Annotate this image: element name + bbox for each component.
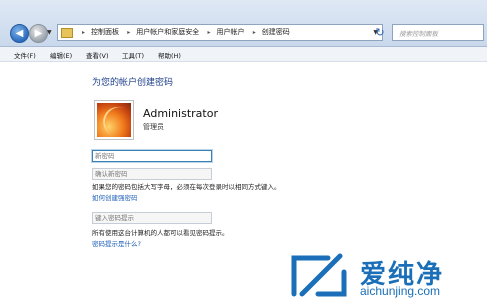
menu-tools[interactable]: 工具(T) (122, 50, 144, 60)
menu-help[interactable]: 帮助(H) (158, 50, 181, 60)
user-name: Administrator (143, 107, 218, 120)
watermark: 爱纯净 aichunjing.com (288, 250, 483, 302)
breadcrumb-separator-icon: ▸ (207, 29, 211, 36)
back-button[interactable]: ◀ (10, 24, 29, 43)
strong-password-link[interactable]: 如何创建强密码 (92, 192, 138, 202)
watermark-url: aichunjing.com (360, 284, 441, 298)
refresh-icon[interactable]: ↻ (371, 24, 389, 41)
caps-lock-hint: 如果您的密码包括大写字母，必须在每次登录时以相同方式键入。 (92, 183, 281, 191)
address-bar-region: ◀ ▶ ▼ ▸ 控制面板 ▸ 用户帐户和家庭安全 ▸ 用户帐户 ▸ 创建密码 ▼ ↻ 搜… (0, 0, 487, 47)
menu-edit[interactable]: 编辑(E) (50, 50, 72, 60)
control-panel-icon (61, 28, 73, 38)
password-hint-field[interactable]: 键入密码提示 (92, 212, 212, 224)
breadcrumb-item-user-accounts[interactable]: 用户帐户 (217, 28, 245, 36)
breadcrumb-separator-icon: ▸ (127, 29, 131, 36)
user-role: 管理员 (143, 123, 164, 131)
confirm-password-field[interactable]: 确认新密码 (92, 168, 212, 180)
search-input[interactable]: 搜索控制面板 (392, 24, 484, 41)
avatar (94, 100, 134, 140)
breadcrumb-separator-icon: ▸ (82, 29, 86, 36)
menu-view[interactable]: 查看(V) (86, 50, 109, 60)
new-password-field[interactable]: 新密码 (92, 150, 212, 162)
menu-file[interactable]: 文件(F) (14, 50, 36, 60)
hint-visibility-note: 所有使用这台计算机的人都可以看见密码提示。 (92, 229, 229, 237)
forward-button[interactable]: ▶ (29, 24, 48, 43)
breadcrumb: ▸ 控制面板 ▸ 用户帐户和家庭安全 ▸ 用户帐户 ▸ 创建密码 (76, 25, 290, 40)
breadcrumb-separator-icon: ▸ (252, 29, 256, 36)
recent-pages-chevron-icon[interactable]: ▼ (47, 29, 52, 36)
search-placeholder: 搜索控制面板 (399, 30, 438, 38)
menu-bar: 文件(F) 编辑(E) 查看(V) 工具(T) 帮助(H) (0, 47, 487, 62)
breadcrumb-item-create-password[interactable]: 创建密码 (262, 28, 290, 36)
page-title: 为您的帐户创建密码 (92, 78, 174, 88)
breadcrumb-item-control-panel[interactable]: 控制面板 (91, 28, 119, 36)
user-picture (97, 103, 131, 137)
what-is-hint-link[interactable]: 密码提示是什么? (92, 238, 141, 248)
watermark-logo-icon (291, 253, 347, 297)
breadcrumb-item-user-accounts-family[interactable]: 用户帐户和家庭安全 (136, 28, 199, 36)
address-box[interactable]: ▸ 控制面板 ▸ 用户帐户和家庭安全 ▸ 用户帐户 ▸ 创建密码 ▼ (57, 24, 383, 41)
